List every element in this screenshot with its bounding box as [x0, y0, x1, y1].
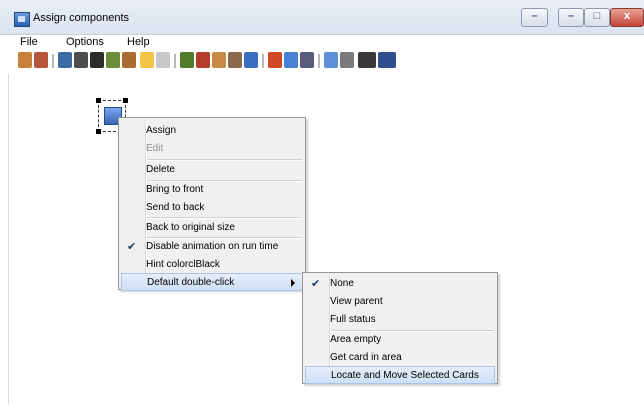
- toolbar-separator: [174, 54, 176, 68]
- title-bar: Assign components – – □ x: [0, 0, 644, 35]
- menu-options[interactable]: Options: [66, 36, 104, 48]
- menu-item-edit: Edit: [146, 143, 164, 154]
- toolbar: [0, 50, 644, 72]
- close-icon: x: [623, 10, 631, 22]
- submenu-item-none[interactable]: ✔ None: [305, 275, 495, 293]
- minimize-alt-icon: –: [567, 10, 575, 22]
- toolbar-separator: [52, 54, 54, 68]
- people-alt-icon[interactable]: [34, 52, 48, 68]
- menu-item-bring-to-front[interactable]: Bring to front: [121, 181, 303, 199]
- menu-help[interactable]: Help: [127, 36, 150, 48]
- submenu-arrow-icon: [291, 279, 295, 287]
- pencil-icon[interactable]: [268, 52, 282, 68]
- toolbar-separator: [262, 54, 264, 68]
- assign-components-window: Assign components – – □ x File Options H…: [0, 0, 644, 412]
- resize-handle-bottom-left[interactable]: [96, 129, 101, 134]
- minimize-button-2[interactable]: –: [558, 8, 584, 27]
- minimize-button[interactable]: –: [521, 8, 548, 27]
- app-icon: [14, 12, 30, 27]
- check-icon: ✔: [127, 241, 137, 253]
- menu-file[interactable]: File: [20, 36, 38, 48]
- stack-tray-icon[interactable]: [228, 52, 242, 68]
- window-title: Assign components: [33, 12, 129, 24]
- monitor-icon[interactable]: [324, 52, 338, 68]
- resize-handle-top-right[interactable]: [123, 98, 128, 103]
- submenu-item-get-card-in-area[interactable]: Get card in area: [305, 349, 495, 367]
- menu-item-send-to-back[interactable]: Send to back: [121, 199, 303, 217]
- window-icon[interactable]: [244, 52, 258, 68]
- people-group-icon[interactable]: [212, 52, 226, 68]
- resize-handle-top-left[interactable]: [96, 98, 101, 103]
- check-icon: ✔: [311, 278, 321, 290]
- menu-item-default-double-click[interactable]: Default double-click: [121, 273, 303, 291]
- menu-item-assign[interactable]: Assign: [121, 122, 303, 140]
- toolbar-separator: [318, 54, 320, 68]
- gears-icon[interactable]: [340, 52, 354, 68]
- book-green-icon[interactable]: [180, 52, 194, 68]
- submenu-item-full-status[interactable]: Full status: [305, 311, 495, 329]
- tape-icon[interactable]: [358, 52, 376, 68]
- context-menu: Assign Edit Delete Bring to front Send t…: [118, 117, 306, 291]
- people-icon[interactable]: [18, 52, 32, 68]
- dock-icon[interactable]: [58, 52, 72, 68]
- lightbulb-icon[interactable]: [140, 52, 154, 68]
- menu-item-back-to-original-size[interactable]: Back to original size: [121, 219, 303, 237]
- submenu-item-area-empty[interactable]: Area empty: [305, 331, 495, 349]
- stack-icon[interactable]: [106, 52, 120, 68]
- cylinder-icon[interactable]: [156, 52, 170, 68]
- menu-item-hint-color[interactable]: Hint colorclBlack: [121, 256, 303, 274]
- maximize-button[interactable]: □: [584, 8, 610, 27]
- submenu-item-locate-and-move[interactable]: Locate and Move Selected Cards: [305, 366, 495, 384]
- statue-icon[interactable]: [74, 52, 88, 68]
- minimize-icon: –: [531, 10, 538, 22]
- menu-item-delete[interactable]: Delete: [121, 161, 303, 179]
- card-icon[interactable]: [90, 52, 104, 68]
- close-button[interactable]: x: [610, 8, 644, 27]
- submenu-item-view-parent[interactable]: View parent: [305, 293, 495, 311]
- menu-item-disable-animation[interactable]: ✔ Disable animation on run time: [121, 238, 303, 256]
- screen-icon[interactable]: [378, 52, 396, 68]
- box-icon[interactable]: [122, 52, 136, 68]
- maximize-icon: □: [593, 10, 601, 22]
- double-click-submenu: ✔ None View parent Full status Area empt…: [302, 272, 498, 384]
- menu-bar: File Options Help: [0, 35, 644, 50]
- picture-icon[interactable]: [284, 52, 298, 68]
- book-red-icon[interactable]: [196, 52, 210, 68]
- person-icon[interactable]: [300, 52, 314, 68]
